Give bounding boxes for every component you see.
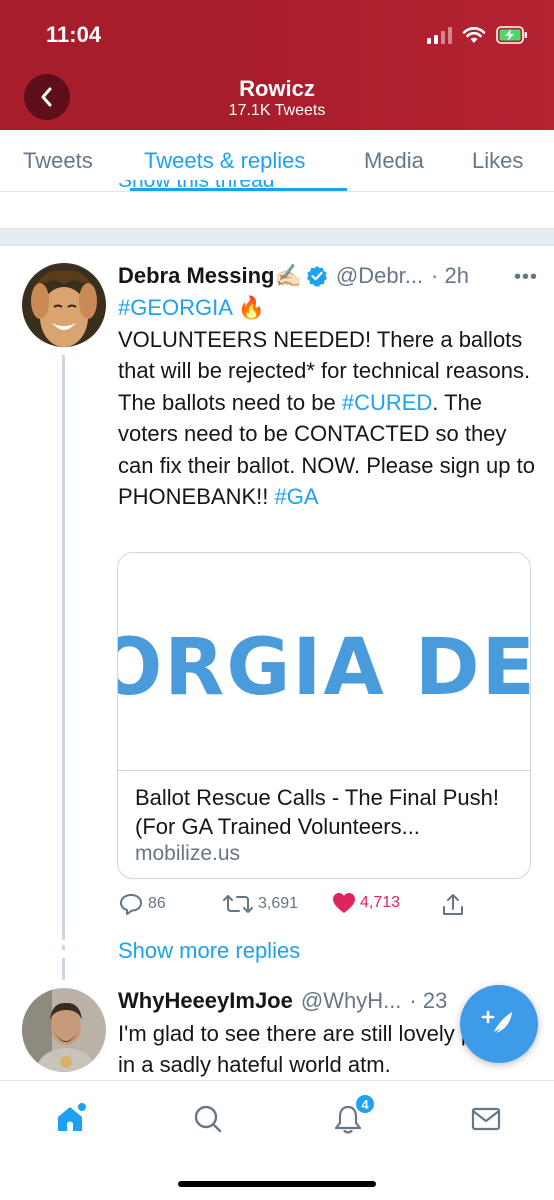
heart-filled-icon bbox=[333, 893, 355, 913]
avatar[interactable] bbox=[22, 263, 106, 347]
tab-media[interactable]: Media bbox=[364, 148, 424, 174]
tweet-count: 17.1K Tweets bbox=[228, 102, 326, 119]
author-name-emoji: ✍🏻 bbox=[274, 263, 302, 288]
tab-likes[interactable]: Likes bbox=[472, 148, 523, 174]
hashtag-cured[interactable]: #CURED bbox=[342, 390, 432, 415]
section-divider bbox=[0, 228, 554, 246]
avatar[interactable] bbox=[22, 988, 106, 1072]
tweet2-author-name[interactable]: WhyHeeeyImJoe bbox=[118, 988, 293, 1014]
status-icons bbox=[427, 22, 528, 48]
nav-home[interactable] bbox=[50, 1101, 90, 1137]
active-tab-indicator bbox=[130, 188, 347, 191]
avatar-image bbox=[22, 988, 106, 1072]
tweet2-timestamp: · 23 bbox=[409, 988, 448, 1013]
wifi-icon bbox=[462, 27, 486, 43]
nav-messages[interactable] bbox=[466, 1101, 506, 1137]
card-image-text: ORGIA DEM bbox=[118, 623, 530, 713]
tab-tweets[interactable]: Tweets bbox=[23, 148, 93, 174]
nav-search[interactable] bbox=[188, 1101, 228, 1137]
card-domain: mobilize.us bbox=[135, 842, 241, 865]
thread-line bbox=[62, 355, 65, 940]
card-title: Ballot Rescue Calls - The Final Push! (F… bbox=[135, 785, 499, 839]
like-button[interactable]: 4,713 bbox=[332, 892, 400, 914]
retweet-button[interactable]: 3,691 bbox=[222, 892, 298, 916]
home-new-dot bbox=[78, 1103, 86, 1111]
retweet-count: 3,691 bbox=[258, 895, 299, 912]
hashtag-ga[interactable]: #GA bbox=[274, 484, 318, 509]
compose-feather-icon bbox=[481, 1010, 512, 1037]
notifications-badge: 4 bbox=[354, 1093, 376, 1115]
more-options-icon[interactable]: ••• bbox=[514, 266, 538, 289]
retweet-icon bbox=[223, 895, 253, 913]
fire-emoji: 🔥 bbox=[237, 295, 266, 320]
cellular-signal-icon bbox=[427, 26, 452, 44]
tweet-author-name[interactable]: Debra Messing bbox=[118, 263, 275, 289]
tweet-body: #GEORGIA 🔥 VOLUNTEERS NEEDED! There a ba… bbox=[118, 292, 538, 513]
tweet-author-handle[interactable]: @Debr... bbox=[336, 263, 423, 289]
status-time: 11:04 bbox=[46, 22, 102, 47]
like-count: 4,713 bbox=[360, 894, 401, 911]
verified-badge-icon bbox=[306, 266, 327, 287]
messages-envelope-icon bbox=[471, 1107, 501, 1131]
profile-header: 11:04 Rowicz 17.1K Tweets bbox=[0, 0, 554, 130]
reply-icon bbox=[120, 894, 142, 915]
link-preview-card[interactable]: ORGIA DEM Ballot Rescue Calls - The Fina… bbox=[117, 552, 531, 879]
tweet-header: Debra Messing ✍🏻 @Debr... · 2h ••• bbox=[118, 262, 538, 290]
reply-button[interactable]: 86 bbox=[118, 892, 166, 916]
share-button[interactable] bbox=[440, 892, 466, 918]
show-more-replies-link[interactable]: Show more replies bbox=[118, 938, 300, 964]
search-icon bbox=[194, 1105, 222, 1133]
tweet2-author-handle[interactable]: @WhyH... bbox=[301, 988, 402, 1014]
tweet-actions: 86 3,691 4,713 bbox=[118, 892, 538, 922]
reply-count: 86 bbox=[148, 895, 166, 912]
battery-charging-icon bbox=[496, 26, 527, 44]
avatar-image bbox=[22, 263, 106, 347]
card-image: ORGIA DEM bbox=[118, 553, 530, 771]
profile-name: Rowicz bbox=[239, 76, 315, 101]
hashtag-georgia[interactable]: #GEORGIA bbox=[118, 295, 232, 320]
compose-tweet-button[interactable] bbox=[460, 985, 538, 1063]
tweet-timestamp: · 2h bbox=[431, 263, 469, 288]
tab-tweets-and-replies[interactable]: Tweets & replies bbox=[144, 148, 305, 174]
show-thread-link[interactable]: Show this thread bbox=[118, 180, 274, 202]
nav-notifications[interactable]: 4 bbox=[328, 1093, 376, 1137]
home-indicator bbox=[178, 1181, 376, 1187]
profile-tabs: Tweets Tweets & replies Media Likes bbox=[0, 130, 554, 192]
share-icon bbox=[443, 894, 463, 915]
thread-line-bottom bbox=[62, 958, 65, 980]
thread-line-dot bbox=[62, 945, 65, 950]
